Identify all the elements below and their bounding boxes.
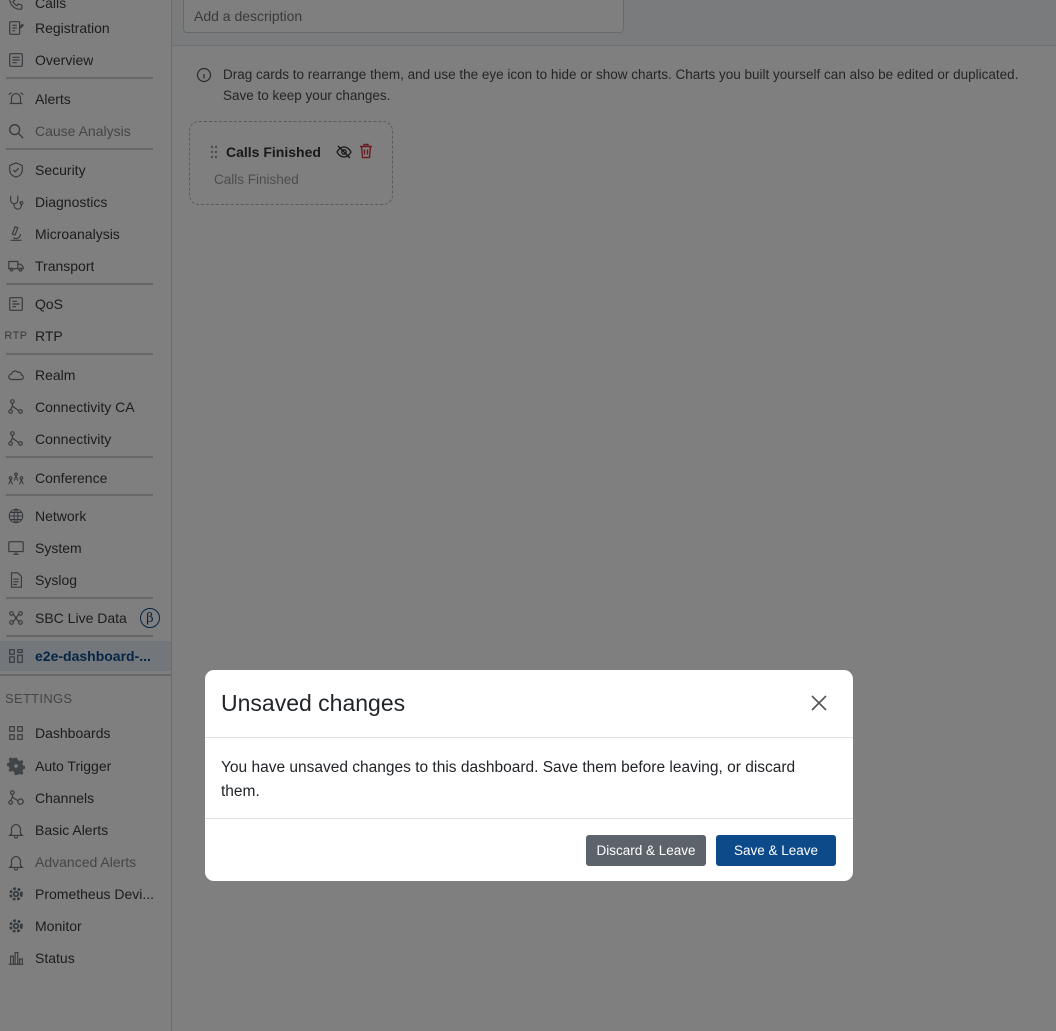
modal-title: Unsaved changes: [221, 690, 406, 716]
close-icon[interactable]: [809, 693, 829, 713]
modal-header: Unsaved changes: [205, 670, 853, 738]
save-and-leave-button[interactable]: Save & Leave: [716, 835, 836, 866]
modal-footer: Discard & Leave Save & Leave: [205, 818, 853, 881]
unsaved-changes-dialog: Unsaved changes You have unsaved changes…: [205, 670, 853, 881]
discard-and-leave-button[interactable]: Discard & Leave: [586, 835, 706, 866]
modal-body: You have unsaved changes to this dashboa…: [221, 759, 796, 800]
